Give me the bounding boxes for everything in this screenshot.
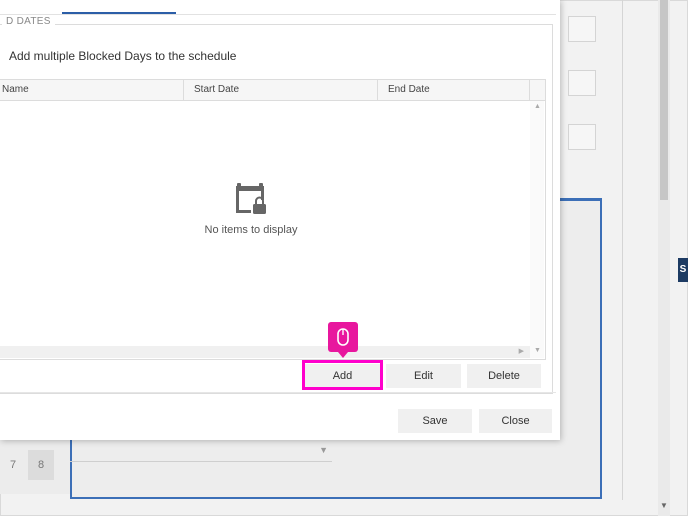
calendar-day: 7 [9, 459, 17, 471]
chevron-down-icon: ▼ [319, 445, 328, 455]
section-subtitle: Add multiple Blocked Days to the schedul… [9, 49, 237, 63]
background-input [568, 70, 596, 96]
column-header-name[interactable]: Name [0, 80, 184, 100]
click-highlight [302, 360, 383, 390]
mouse-icon [337, 328, 349, 346]
section-legend: D DATES [2, 16, 55, 27]
delete-button[interactable]: Delete [467, 364, 541, 388]
pointer-tooltip [328, 322, 358, 358]
background-input [568, 16, 596, 42]
scroll-down-icon[interactable]: ▼ [660, 501, 668, 510]
calendar-day-selected: 8 [28, 450, 54, 480]
column-header-end-date[interactable]: End Date [378, 80, 530, 100]
scroll-right-icon[interactable]: ▶ [519, 347, 524, 355]
blocked-days-grid: Name Start Date End Date No items to dis… [0, 79, 546, 360]
grid-body: No items to display [0, 101, 529, 346]
calendar-lock-icon [236, 183, 266, 214]
tab-general[interactable] [0, 0, 30, 12]
save-button[interactable]: Save [398, 409, 472, 433]
tab-bar [0, 0, 556, 15]
blocked-days-dialog: D DATES Add multiple Blocked Days to the… [0, 0, 560, 440]
column-header-start-date[interactable]: Start Date [184, 80, 378, 100]
background-dropdown: ▼ [70, 441, 332, 462]
side-tab-label: S [679, 264, 687, 275]
edit-button[interactable]: Edit [386, 364, 461, 388]
scroll-up-icon[interactable]: ▲ [534, 103, 541, 110]
tab-blocked-days[interactable] [62, 0, 176, 14]
grid-header: Name Start Date End Date [0, 80, 545, 101]
footer-divider [0, 392, 556, 393]
close-button[interactable]: Close [479, 409, 552, 433]
grid-horizontal-scrollbar[interactable]: ▶ [0, 346, 530, 358]
background-scrollbar[interactable]: ▼ [658, 0, 670, 516]
background-input [568, 124, 596, 150]
scrollbar-thumb[interactable] [660, 0, 668, 200]
background-divider [622, 0, 623, 500]
empty-message: No items to display [204, 224, 298, 236]
background-side-tab[interactable]: S [678, 258, 688, 282]
scroll-down-icon[interactable]: ▼ [534, 347, 541, 354]
grid-vertical-scrollbar[interactable]: ▲ ▼ [530, 101, 544, 358]
